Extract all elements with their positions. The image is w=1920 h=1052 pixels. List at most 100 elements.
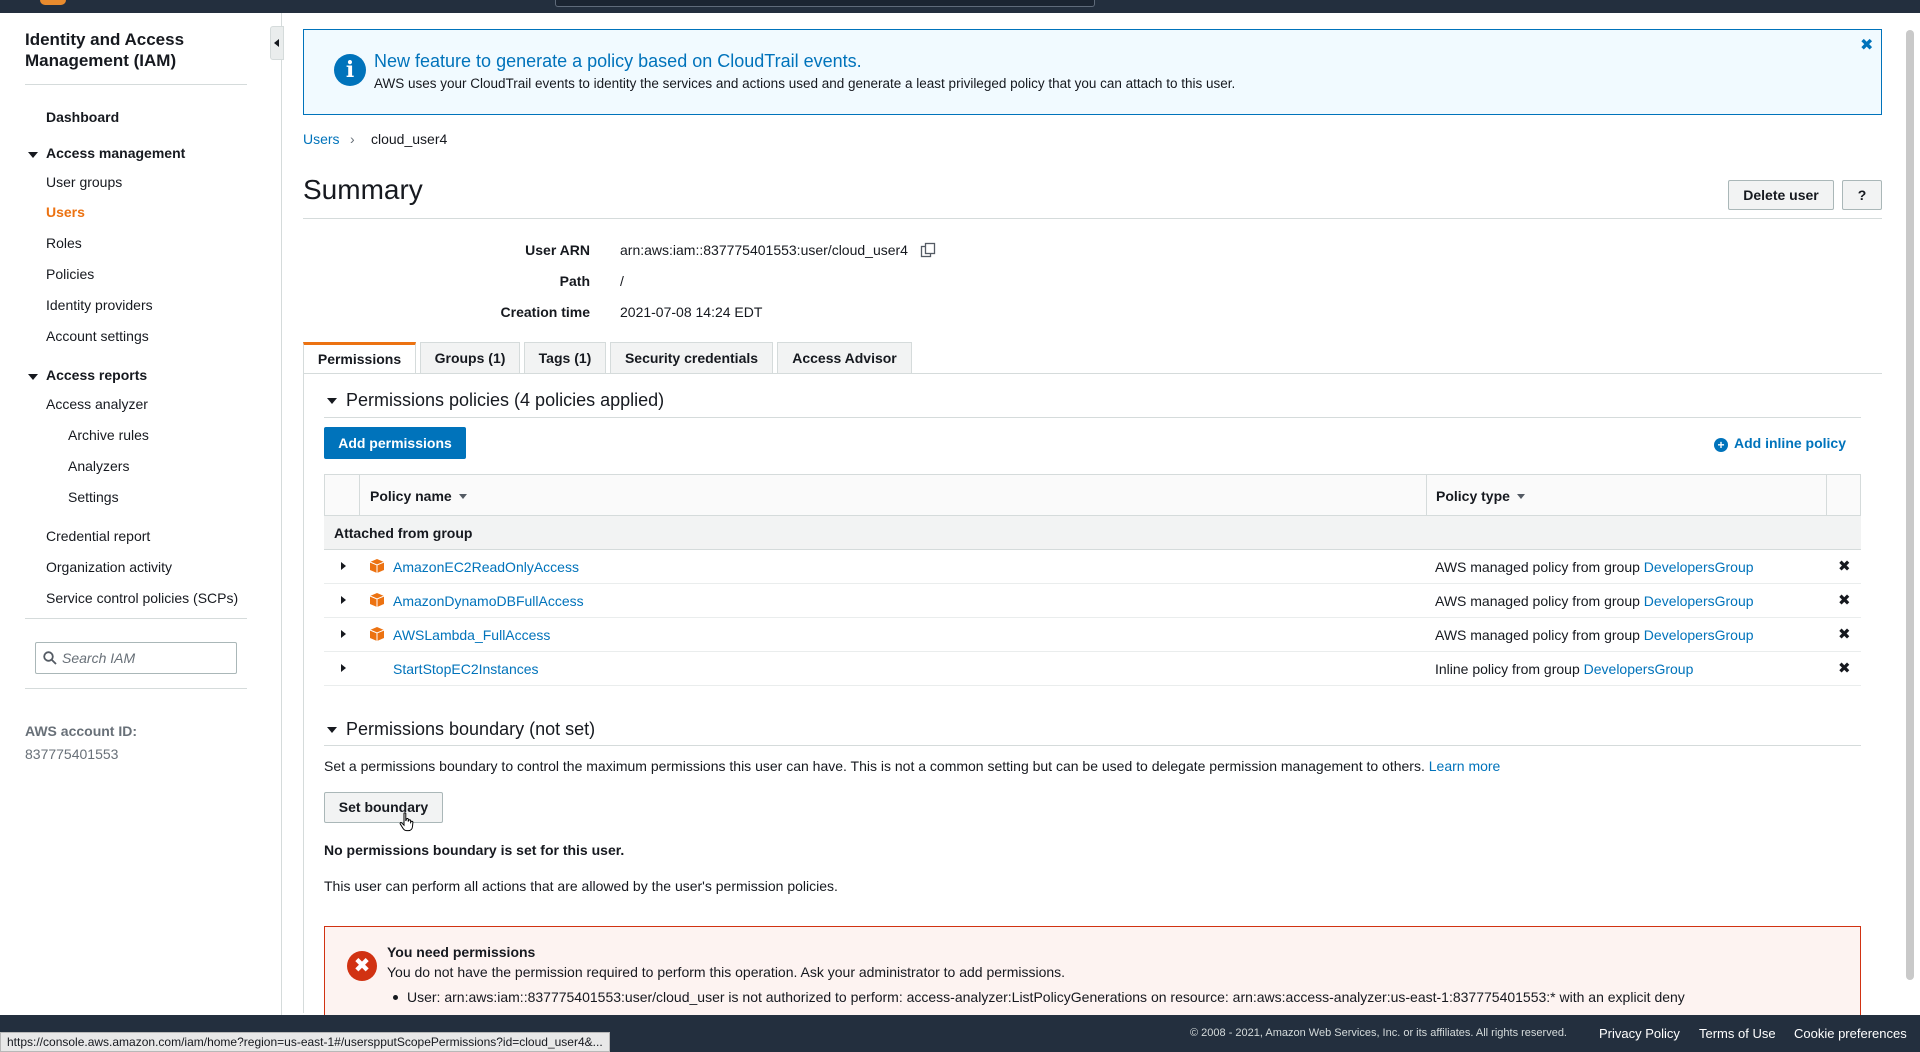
column-divider <box>1426 475 1427 516</box>
column-header-policy-type[interactable]: Policy type <box>1436 488 1525 504</box>
group-row-label: Attached from group <box>334 525 473 541</box>
group-row: Attached from group <box>324 516 1861 550</box>
banner-title-link[interactable]: New feature to generate a policy based o… <box>374 51 862 72</box>
terms-of-use-link[interactable]: Terms of Use <box>1699 1026 1776 1041</box>
breadcrumb-users[interactable]: Users <box>303 131 340 147</box>
group-link[interactable]: DevelopersGroup <box>1644 593 1754 609</box>
close-icon[interactable]: ✖ <box>1860 35 1873 55</box>
policy-type: AWS managed policy from group Developers… <box>1435 627 1754 643</box>
remove-policy-icon[interactable]: ✖ <box>1838 591 1851 609</box>
sidebar-item-policies[interactable]: Policies <box>46 266 94 282</box>
add-inline-policy-label: Add inline policy <box>1734 435 1847 451</box>
column-divider <box>1826 475 1827 516</box>
caret-right-icon[interactable] <box>341 596 346 604</box>
console-search-bar[interactable] <box>555 0 1095 7</box>
policy-name-link[interactable]: AWSLambda_FullAccess <box>393 627 550 643</box>
sidebar-section-access-reports[interactable]: Access reports <box>46 367 147 383</box>
tab-permissions[interactable]: Permissions <box>303 342 416 374</box>
search-iam-box[interactable] <box>35 642 237 674</box>
permissions-boundary-heading[interactable]: Permissions boundary (not set) <box>346 719 595 740</box>
add-inline-policy-link[interactable]: + Add inline policy <box>1714 435 1846 452</box>
scrollbar[interactable] <box>1906 30 1914 980</box>
sidebar-item-users[interactable]: Users <box>46 204 85 220</box>
caret-right-icon[interactable] <box>341 664 346 672</box>
page-title: Summary <box>303 174 423 205</box>
copy-icon[interactable] <box>920 242 936 258</box>
banner-text: AWS uses your CloudTrail events to ident… <box>374 76 1236 91</box>
managed-policy-cube-icon <box>369 593 385 607</box>
column-header-label: Policy type <box>1436 488 1510 504</box>
caret-down-icon[interactable] <box>327 398 337 404</box>
permissions-policies-heading[interactable]: Permissions policies (4 policies applied… <box>346 390 664 411</box>
caret-down-icon[interactable] <box>28 374 38 380</box>
sidebar-item-analyzers[interactable]: Analyzers <box>68 458 129 474</box>
copyright-text: © 2008 - 2021, Amazon Web Services, Inc.… <box>1190 1027 1567 1039</box>
error-detail: User: arn:aws:iam::837775401553:user/clo… <box>393 989 1685 1005</box>
caret-right-icon[interactable] <box>341 630 346 638</box>
remove-policy-icon[interactable]: ✖ <box>1838 659 1851 677</box>
sidebar-item-account-settings[interactable]: Account settings <box>46 328 149 344</box>
user-arn-label: User ARN <box>525 242 590 258</box>
sidebar-item-dashboard[interactable]: Dashboard <box>46 109 119 125</box>
error-title: You need permissions <box>387 944 536 960</box>
plus-circle-icon: + <box>1714 438 1728 452</box>
sidebar-title[interactable]: Identity and Access Management (IAM) <box>25 29 255 71</box>
column-header-policy-name[interactable]: Policy name <box>370 488 467 504</box>
group-link[interactable]: DevelopersGroup <box>1644 627 1754 643</box>
set-boundary-button[interactable]: Set boundary <box>324 792 443 823</box>
learn-more-link[interactable]: Learn more <box>1429 758 1501 774</box>
sidebar-item-settings[interactable]: Settings <box>68 489 119 505</box>
sidebar-item-credential-report[interactable]: Credential report <box>46 528 150 544</box>
group-link[interactable]: DevelopersGroup <box>1644 559 1754 575</box>
caret-down-icon[interactable] <box>28 152 38 158</box>
delete-user-button[interactable]: Delete user <box>1728 180 1834 210</box>
section-divider <box>324 417 1861 418</box>
column-divider <box>359 475 360 516</box>
sidebar-item-organization-activity[interactable]: Organization activity <box>46 559 172 575</box>
policy-name-link[interactable]: AmazonEC2ReadOnlyAccess <box>393 559 579 575</box>
managed-policy-cube-icon <box>369 559 385 573</box>
privacy-policy-link[interactable]: Privacy Policy <box>1599 1026 1680 1041</box>
tab-groups[interactable]: Groups (1) <box>420 342 520 373</box>
error-text: You do not have the permission required … <box>387 964 1066 980</box>
aws-logo[interactable] <box>40 0 66 5</box>
sidebar-item-scps[interactable]: Service control policies (SCPs) <box>46 590 238 606</box>
policy-name-link[interactable]: StartStopEC2Instances <box>393 661 539 677</box>
user-arn-value: arn:aws:iam::837775401553:user/cloud_use… <box>620 242 936 258</box>
collapse-sidebar-button[interactable] <box>270 26 284 60</box>
footer: https://console.aws.amazon.com/iam/home?… <box>0 1015 1920 1052</box>
caret-down-icon[interactable] <box>327 727 337 733</box>
policy-type: AWS managed policy from group Developers… <box>1435 593 1754 609</box>
no-boundary-text: No permissions boundary is set for this … <box>324 842 625 858</box>
sidebar-divider <box>25 688 247 689</box>
policy-name-link[interactable]: AmazonDynamoDBFullAccess <box>393 593 584 609</box>
sidebar-item-archive-rules[interactable]: Archive rules <box>68 427 149 443</box>
sidebar-item-user-groups[interactable]: User groups <box>46 174 122 190</box>
add-permissions-button[interactable]: Add permissions <box>324 427 466 459</box>
group-link[interactable]: DevelopersGroup <box>1584 661 1694 677</box>
sidebar-item-roles[interactable]: Roles <box>46 235 82 251</box>
creation-time-value: 2021-07-08 14:24 EDT <box>620 304 763 320</box>
search-input[interactable] <box>62 648 232 668</box>
help-button[interactable]: ? <box>1842 180 1882 210</box>
caret-right-icon[interactable] <box>341 562 346 570</box>
tab-tags[interactable]: Tags (1) <box>524 342 606 373</box>
managed-policy-cube-icon <box>369 627 385 641</box>
pointer-hand-icon <box>399 812 414 832</box>
sidebar-item-access-analyzer[interactable]: Access analyzer <box>46 396 148 412</box>
account-id-value: 837775401553 <box>25 746 119 762</box>
tab-security-credentials[interactable]: Security credentials <box>610 342 773 373</box>
remove-policy-icon[interactable]: ✖ <box>1838 625 1851 643</box>
breadcrumb-separator: › <box>350 131 355 147</box>
policy-type-text: AWS managed policy from group <box>1435 627 1644 643</box>
policy-type: Inline policy from group DevelopersGroup <box>1435 661 1693 677</box>
sidebar-item-identity-providers[interactable]: Identity providers <box>46 297 153 313</box>
sidebar-section-access-management[interactable]: Access management <box>46 145 185 161</box>
tab-access-advisor[interactable]: Access Advisor <box>777 342 912 373</box>
table-row: AmazonDynamoDBFullAccess AWS managed pol… <box>324 584 1861 618</box>
table-header: Policy name Policy type <box>324 474 1861 516</box>
table-row: AmazonEC2ReadOnlyAccess AWS managed poli… <box>324 550 1861 584</box>
cookie-preferences-link[interactable]: Cookie preferences <box>1794 1026 1907 1041</box>
section-divider <box>324 745 1861 746</box>
remove-policy-icon[interactable]: ✖ <box>1838 557 1851 575</box>
